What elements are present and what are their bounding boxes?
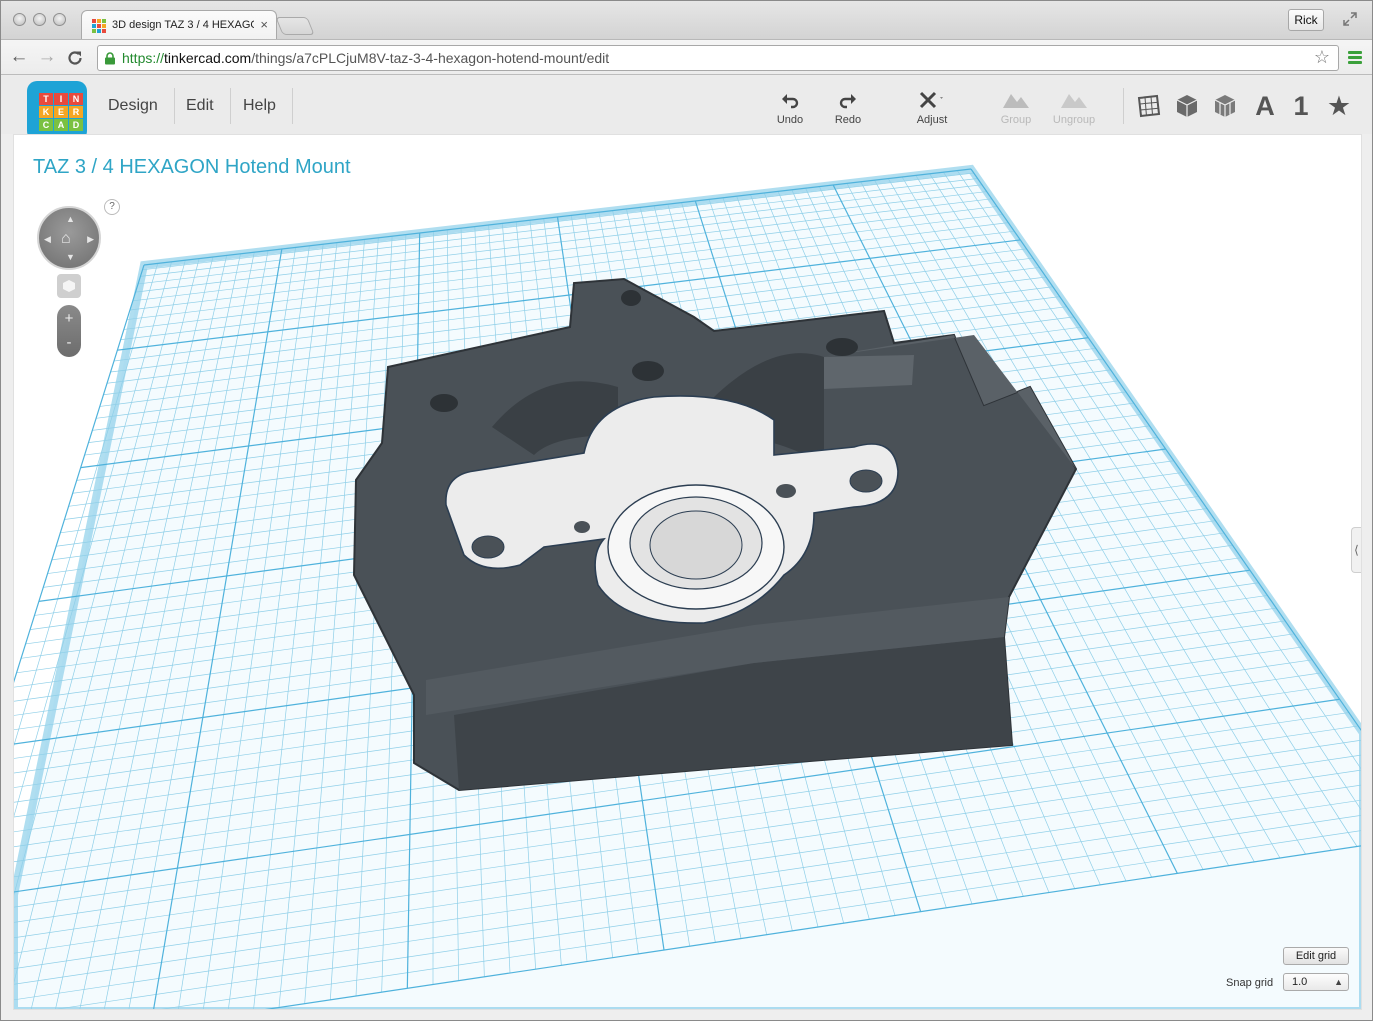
redo-button[interactable]: Redo: [823, 90, 873, 126]
bookmark-star-icon[interactable]: ☆: [1314, 47, 1330, 68]
toolbar-separator: [1123, 88, 1124, 124]
snap-grid-select[interactable]: 1.0 ▲: [1283, 973, 1349, 991]
snap-grid-value: 1.0: [1292, 976, 1308, 988]
zoom-in-button[interactable]: +: [57, 309, 81, 329]
logo-letter: A: [54, 119, 68, 131]
home-view-icon[interactable]: ⌂: [61, 230, 71, 248]
reload-icon[interactable]: [63, 46, 87, 70]
profile-button[interactable]: Rick: [1288, 9, 1324, 31]
ungroup-button[interactable]: Ungroup: [1049, 90, 1099, 126]
app-header: T I N K E R C A D Design Edit Help Undo: [1, 76, 1372, 141]
adjust-icon: [907, 90, 957, 112]
zoom-control: + -: [57, 305, 81, 357]
design-title[interactable]: TAZ 3 / 4 HEXAGON Hotend Mount: [33, 156, 351, 179]
text-tool-icon[interactable]: A: [1249, 90, 1281, 122]
fullscreen-icon[interactable]: [1342, 11, 1358, 27]
help-question-icon[interactable]: ?: [104, 199, 120, 215]
forward-icon[interactable]: →: [35, 46, 59, 70]
design-canvas[interactable]: TAZ 3 / 4 HEXAGON Hotend Mount ▲ ▼ ◀ ▶ ⌂…: [13, 134, 1362, 1010]
menu-design[interactable]: Design: [92, 88, 175, 124]
wireframe-box-icon[interactable]: [1209, 90, 1241, 122]
fit-view-icon[interactable]: [57, 274, 81, 298]
logo-letter: E: [54, 106, 68, 118]
new-tab-button[interactable]: [275, 17, 315, 35]
tab-close-icon[interactable]: ×: [260, 17, 268, 32]
menu-help[interactable]: Help: [227, 88, 293, 124]
address-bar[interactable]: https://tinkercad.com/things/a7cPLCjuM8V…: [97, 45, 1339, 71]
logo-letter: T: [39, 93, 53, 105]
menu-edit[interactable]: Edit: [170, 88, 231, 124]
undo-button[interactable]: Undo: [765, 90, 815, 126]
workplane-grid[interactable]: [14, 135, 1362, 1010]
adjust-button[interactable]: Adjust: [907, 90, 957, 126]
url-text: https://tinkercad.com/things/a7cPLCjuM8V…: [122, 50, 610, 66]
snap-grid-label: Snap grid: [1226, 977, 1274, 989]
zoom-window-button[interactable]: [53, 13, 66, 26]
logo-letter: N: [69, 93, 83, 105]
zoom-out-button[interactable]: -: [57, 333, 81, 353]
workplane-icon[interactable]: [1133, 90, 1165, 122]
solid-box-icon[interactable]: [1171, 90, 1203, 122]
tab-strip: 3D design TAZ 3 / 4 HEXAGON Hotend Mount…: [1, 1, 1372, 40]
browser-window: 3D design TAZ 3 / 4 HEXAGON Hotend Mount…: [0, 0, 1373, 1021]
orbit-right-icon[interactable]: ▶: [87, 234, 94, 245]
back-icon[interactable]: ←: [7, 46, 31, 70]
logo-letter: K: [39, 106, 53, 118]
edit-grid-button[interactable]: Edit grid: [1283, 947, 1349, 965]
tinkercad-logo[interactable]: T I N K E R C A D: [27, 81, 87, 141]
logo-letter: I: [54, 93, 68, 105]
redo-icon: [823, 90, 873, 112]
chrome-menu-icon[interactable]: [1348, 51, 1362, 65]
number-tool-icon[interactable]: 1: [1285, 90, 1317, 122]
favorite-star-icon[interactable]: ★: [1323, 90, 1355, 122]
browser-tab-active[interactable]: 3D design TAZ 3 / 4 HEXAGON Hotend Mount…: [81, 10, 277, 40]
undo-icon: [765, 90, 815, 112]
select-arrows-icon: ▲: [1334, 977, 1343, 987]
group-button[interactable]: Group: [991, 90, 1041, 126]
tab-title: 3D design TAZ 3 / 4 HEXAGON Hotend Mount…: [112, 19, 254, 31]
close-window-button[interactable]: [13, 13, 26, 26]
shapes-panel-toggle[interactable]: ⟨: [1351, 527, 1361, 573]
tinkercad-app: T I N K E R C A D Design Edit Help Undo: [1, 76, 1372, 1020]
hotend-mount-model[interactable]: [352, 277, 1078, 792]
orbit-up-icon[interactable]: ▲: [66, 214, 75, 224]
orbit-down-icon[interactable]: ▼: [66, 252, 75, 262]
browser-toolbar: ← → https://tinkercad.com/things/a7cPLCj…: [1, 39, 1372, 75]
orbit-left-icon[interactable]: ◀: [44, 234, 51, 245]
lock-icon: [104, 52, 116, 65]
ungroup-icon: [1049, 90, 1099, 112]
logo-letter: R: [69, 106, 83, 118]
minimize-window-button[interactable]: [33, 13, 46, 26]
group-icon: [991, 90, 1041, 112]
logo-letter: D: [69, 119, 83, 131]
view-navigation-control[interactable]: ▲ ▼ ◀ ▶ ⌂: [37, 206, 101, 270]
logo-letter: C: [39, 119, 53, 131]
tinkercad-favicon-icon: [92, 19, 106, 33]
